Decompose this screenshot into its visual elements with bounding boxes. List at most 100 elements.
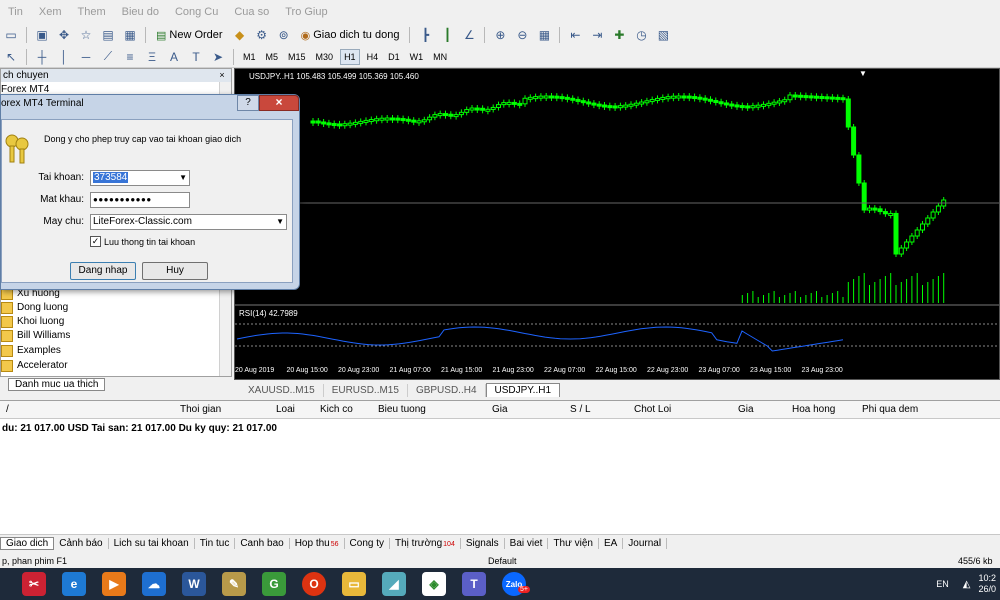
- col-order[interactable]: /: [6, 404, 9, 415]
- tab-favorites[interactable]: Danh muc ua thich: [8, 378, 106, 391]
- paint-icon[interactable]: ✎: [214, 568, 254, 600]
- close-button[interactable]: ×: [259, 95, 299, 111]
- timeframe-mn[interactable]: MN: [430, 50, 450, 64]
- timeframe-m1[interactable]: M1: [240, 50, 259, 64]
- menu-window[interactable]: Cua so: [226, 6, 277, 18]
- tab-journal[interactable]: Journal: [623, 538, 668, 549]
- menu-file[interactable]: Tin: [0, 6, 31, 18]
- language-indicator[interactable]: EN: [936, 579, 949, 589]
- timeframe-m15[interactable]: M15: [285, 50, 309, 64]
- col-type[interactable]: Loai: [276, 404, 295, 415]
- snipping-tool-icon[interactable]: ✂: [14, 568, 54, 600]
- dropdown-arrow-icon[interactable]: ▼: [179, 171, 187, 185]
- menu-view[interactable]: Xem: [31, 6, 70, 18]
- nav-item-oscillators[interactable]: Dong luong: [1, 301, 68, 315]
- zoom-in-icon[interactable]: ⊕: [491, 26, 509, 44]
- onedrive-icon[interactable]: ☁: [134, 568, 174, 600]
- timeframe-h4[interactable]: H4: [364, 50, 382, 64]
- media-player-icon[interactable]: ▶: [94, 568, 134, 600]
- opera-icon[interactable]: O: [294, 568, 334, 600]
- col-swap[interactable]: Phi qua dem: [862, 404, 918, 415]
- timeframe-h1[interactable]: H1: [340, 48, 360, 65]
- metaeditor-icon[interactable]: ◆: [231, 26, 249, 44]
- autotrading-button[interactable]: ◉ Giao dich tu dong: [297, 28, 404, 43]
- auto-scroll-icon[interactable]: ⇤: [566, 26, 584, 44]
- liteforex-icon[interactable]: ◈: [414, 568, 454, 600]
- garena-icon[interactable]: G: [254, 568, 294, 600]
- col-size[interactable]: Kich co: [320, 404, 353, 415]
- tab-articles[interactable]: Bai viet: [505, 538, 549, 549]
- timeframe-m5[interactable]: M5: [263, 50, 282, 64]
- tab-market[interactable]: Thị trường104: [390, 538, 461, 549]
- timeframe-d1[interactable]: D1: [385, 50, 403, 64]
- line-chart-icon[interactable]: ∠: [460, 26, 478, 44]
- tab-code-base[interactable]: Thư viện: [548, 538, 599, 549]
- word-icon[interactable]: W: [174, 568, 214, 600]
- nav-item-bill-williams[interactable]: Bill Williams: [1, 329, 70, 343]
- col-commission[interactable]: Hoa hong: [792, 404, 835, 415]
- server-select[interactable]: LiteForex-Classic.com ▼: [90, 214, 287, 230]
- chart-tab-gbpusd[interactable]: GBPUSD..H4: [408, 384, 486, 397]
- bar-chart-icon[interactable]: ┣: [416, 26, 434, 44]
- col-tp[interactable]: Chot Loi: [634, 404, 671, 415]
- menu-charts[interactable]: Bieu do: [114, 6, 167, 18]
- menu-insert[interactable]: Them: [70, 6, 114, 18]
- col-time[interactable]: Thoi gian: [180, 404, 221, 415]
- col-symbol[interactable]: Bieu tuong: [378, 404, 426, 415]
- signals-icon[interactable]: ⊚: [275, 26, 293, 44]
- remember-checkbox[interactable]: ✓: [90, 236, 101, 247]
- network-icon[interactable]: ◭: [963, 579, 971, 590]
- tab-experts[interactable]: EA: [599, 538, 624, 549]
- horizontal-line-icon[interactable]: ─: [77, 48, 95, 66]
- menu-tools[interactable]: Cong Cu: [167, 6, 226, 18]
- arrows-icon[interactable]: ➤: [209, 48, 227, 66]
- teams-icon[interactable]: T: [454, 568, 494, 600]
- tile-windows-icon[interactable]: ▦: [535, 26, 553, 44]
- nav-item-volumes[interactable]: Khoi luong: [1, 315, 64, 329]
- col-current-price[interactable]: Gia: [738, 404, 754, 415]
- file-explorer-icon[interactable]: ▭: [334, 568, 374, 600]
- help-button[interactable]: ?: [237, 95, 259, 111]
- col-price[interactable]: Gia: [492, 404, 508, 415]
- chart-tab-xauusd[interactable]: XAUUSD..M15: [240, 384, 324, 397]
- clock[interactable]: 10:2 26/0: [978, 573, 996, 595]
- login-button[interactable]: Dang nhap: [70, 262, 136, 280]
- zalo-icon[interactable]: Zalo 5+: [494, 568, 534, 600]
- cursor-icon[interactable]: ↖: [2, 48, 20, 66]
- text-icon[interactable]: A: [165, 48, 183, 66]
- profiles-icon[interactable]: ▣: [33, 26, 51, 44]
- cancel-button[interactable]: Huy: [142, 262, 208, 280]
- zoom-out-icon[interactable]: ⊖: [513, 26, 531, 44]
- channel-icon[interactable]: ≡: [121, 48, 139, 66]
- periods-icon[interactable]: ◷: [632, 26, 650, 44]
- tab-account-history[interactable]: Lich su tai khoan: [109, 538, 195, 549]
- label-icon[interactable]: T: [187, 48, 205, 66]
- tab-exposure[interactable]: Cảnh báo: [54, 538, 109, 549]
- new-order-button[interactable]: ▤ New Order: [152, 28, 227, 43]
- tab-trade[interactable]: Giao dich: [0, 537, 55, 550]
- price-chart[interactable]: 20 Aug 2019 20 Aug 15:00 20 Aug 23:00 21 Au…: [234, 68, 1000, 380]
- chart-shift-icon[interactable]: ⇥: [588, 26, 606, 44]
- tab-mailbox[interactable]: Hop thu56: [290, 538, 345, 549]
- candlestick-icon[interactable]: ┃: [438, 26, 456, 44]
- market-watch-icon[interactable]: ✥: [55, 26, 73, 44]
- dropdown-arrow-icon[interactable]: ▼: [276, 215, 284, 229]
- new-chart-icon[interactable]: ▭: [2, 26, 20, 44]
- account-select[interactable]: 373584 ▼: [90, 170, 190, 186]
- timeframe-w1[interactable]: W1: [407, 50, 427, 64]
- chart-tab-eurusd[interactable]: EURUSD..M15: [324, 384, 408, 397]
- remember-checkbox-row[interactable]: ✓ Luu thong tin tai khoan: [90, 236, 195, 247]
- crosshair-icon[interactable]: ┼: [33, 48, 51, 66]
- chart-tab-usdjpy[interactable]: USDJPY..H1: [485, 383, 561, 397]
- navigator-close-icon[interactable]: ×: [217, 70, 227, 80]
- tab-signals[interactable]: Signals: [461, 538, 505, 549]
- fibonacci-icon[interactable]: Ξ: [143, 48, 161, 66]
- tab-alerts[interactable]: Canh bao: [235, 538, 290, 549]
- indicators-icon[interactable]: ✚: [610, 26, 628, 44]
- tab-news[interactable]: Tin tuc: [195, 538, 236, 549]
- navigator-icon[interactable]: ▤: [99, 26, 117, 44]
- templates-icon[interactable]: ▧: [654, 26, 672, 44]
- tab-company[interactable]: Cong ty: [345, 538, 390, 549]
- col-sl[interactable]: S / L: [570, 404, 591, 415]
- chart-shift-marker[interactable]: ▼: [859, 69, 867, 78]
